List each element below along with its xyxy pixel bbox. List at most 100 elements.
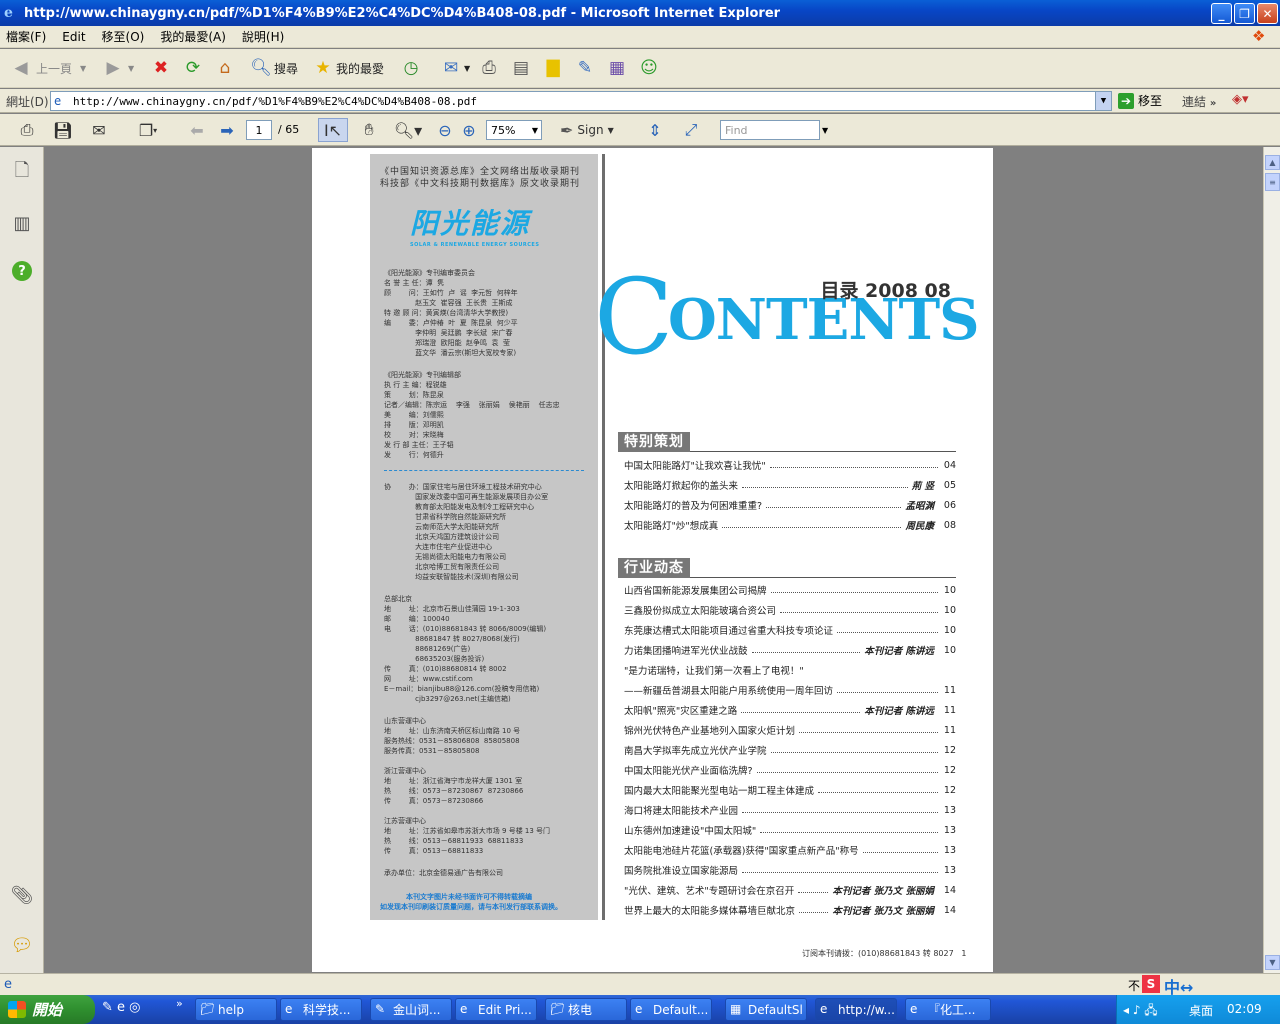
taskbar-item[interactable]: ▦ DefaultSl xyxy=(725,998,807,1021)
vertical-scrollbar[interactable]: ▲ ≡ ▼ xyxy=(1263,147,1280,973)
window-titlebar[interactable]: e http://www.chinaygny.cn/pdf/%D1%F4%B9%… xyxy=(0,0,1280,26)
toc-entry[interactable]: 国务院批准设立国家能源局 13 xyxy=(624,863,956,878)
help-icon[interactable]: ? xyxy=(12,261,32,281)
zoom-select[interactable]: 75% ▼ xyxy=(486,120,542,140)
toc-entry[interactable]: 世界上最大的太阳能多媒体幕墙巨献北京 本刊记者 张乃文 张丽娟 14 xyxy=(624,903,956,918)
sign-button[interactable]: ✒ Sign ▼ xyxy=(560,118,626,142)
start-button[interactable]: 開始 xyxy=(0,995,95,1024)
menu-help[interactable]: 說明(H) xyxy=(242,28,284,45)
toc-entry[interactable]: 中国太阳能光伏产业面临洗牌? 12 xyxy=(624,763,956,778)
clock[interactable]: 02:09 xyxy=(1227,1002,1262,1016)
maximize-button[interactable]: ❐ xyxy=(1234,3,1255,24)
scroll-thumb[interactable]: ≡ xyxy=(1265,173,1280,191)
toc-entry[interactable]: 锦州光伏特色产业基地列入国家火炬计划 11 xyxy=(624,723,956,738)
toc-entry[interactable]: 力诺集团播响进军光伏业战鼓 本刊记者 陈讲远 10 xyxy=(624,643,956,658)
scroll-up-button[interactable]: ▲ xyxy=(1265,155,1280,170)
links-button[interactable]: 連結 » xyxy=(1182,93,1216,110)
attachments-panel-icon[interactable]: ▥ xyxy=(10,211,34,235)
comments-icon[interactable]: 💬︎ xyxy=(10,933,34,957)
pages-panel-icon[interactable]: 🗋 xyxy=(10,160,34,185)
toc-entry[interactable]: 中国太阳能路灯"让我欢喜让我忧" 04 xyxy=(624,458,956,473)
zoom-out-button[interactable]: ⊖ xyxy=(432,118,458,142)
toc-entry[interactable]: 山西省国新能源发展集团公司揭牌 10 xyxy=(624,583,956,598)
select-tool-button[interactable]: I↖ xyxy=(318,118,348,142)
tray-icons[interactable]: ◂ ♪ 🖧︎ xyxy=(1123,1001,1158,1022)
toc-entry[interactable]: 三鑫股份拟成立太阳能玻璃合资公司 10 xyxy=(624,603,956,618)
prev-page-button[interactable]: ⬅ xyxy=(184,118,210,142)
taskbar-item[interactable]: e Edit Pri... xyxy=(455,998,537,1021)
menu-goto[interactable]: 移至(O) xyxy=(102,28,145,45)
minimize-button[interactable]: _ xyxy=(1211,3,1232,24)
address-input[interactable]: e http://www.chinaygny.cn/pdf/%D1%F4%B9%… xyxy=(50,91,1112,111)
mail-button[interactable]: ✉ ▼ xyxy=(438,53,470,83)
messenger-button[interactable]: ☺ xyxy=(636,53,662,83)
fit-width-button[interactable]: ⤢ xyxy=(678,118,704,142)
toc-entry[interactable]: 太阳能路灯掀起你的盖头来 荊 竖 05 xyxy=(624,478,956,493)
go-button[interactable]: ➔ 移至 xyxy=(1118,92,1162,109)
toc-entry[interactable]: "是力诺瑞特，让我们第一次看上了电视！" xyxy=(624,663,956,677)
pdf-print-button[interactable]: ⎙ xyxy=(14,118,40,142)
taskbar-item-label: 『化工... xyxy=(928,1003,976,1017)
hand-tool-button[interactable]: ✋︎ xyxy=(356,118,382,142)
quicklaunch-more-icon[interactable]: » xyxy=(176,997,183,1010)
taskbar-item[interactable]: ✎ 金山词... xyxy=(370,998,452,1021)
taskbar-item[interactable]: e Default... xyxy=(630,998,712,1021)
toc-entry[interactable]: 山东德州加速建设"中国太阳城" 13 xyxy=(624,823,956,838)
pdf-email-button[interactable]: ✉ xyxy=(86,118,112,142)
logo-text: 阳光能源 xyxy=(410,207,531,240)
forward-button[interactable]: ▶ ▼ xyxy=(100,53,134,83)
home-button[interactable]: ⌂ xyxy=(212,53,238,83)
toc-entry[interactable]: 南昌大学拟率先成立光伏产业学院 12 xyxy=(624,743,956,758)
taskbar-item[interactable]: e 『化工... xyxy=(905,998,991,1021)
toc-entry[interactable]: "光伏、建筑、艺术"专题研讨会在京召开 本刊记者 张乃文 张丽娟 14 xyxy=(624,883,956,898)
find-dropdown-icon[interactable]: ▼ xyxy=(822,126,828,135)
search-button[interactable]: 🔍︎ 搜尋 xyxy=(248,53,298,83)
history-button[interactable]: ◷ xyxy=(398,53,424,83)
taskbar-item[interactable]: 📁︎ help xyxy=(195,998,277,1021)
edit-button[interactable]: ▤ xyxy=(508,53,534,83)
favorites-button[interactable]: ★ 我的最愛 xyxy=(310,53,384,83)
notes-button[interactable]: ▇ xyxy=(540,53,566,83)
zoom-in-button[interactable]: ⊕ xyxy=(456,118,482,142)
paperclip-icon[interactable]: 📎︎ xyxy=(10,883,34,907)
pdf-document-area[interactable]: 《中国知识资源总库》全文网络出版收录期刊 科技部《中文科技期刊数据库》原文收录期… xyxy=(45,147,1263,973)
toc-entry[interactable]: 东莞康达槽式太阳能项目通过省重大科技专项论证 10 xyxy=(624,623,956,638)
search-label: 搜尋 xyxy=(274,61,299,76)
page-number-input[interactable]: 1 xyxy=(246,120,272,140)
ime-s-icon[interactable]: S xyxy=(1142,975,1160,993)
taskbar-item[interactable]: e http://w... xyxy=(815,998,897,1021)
pen-button[interactable]: ✎ xyxy=(572,53,598,83)
close-button[interactable]: ✕ xyxy=(1257,3,1278,24)
taskbar-item-label: 金山词... xyxy=(393,1003,441,1017)
print-button[interactable]: ⎙ xyxy=(476,53,502,83)
next-page-button[interactable]: ➡ xyxy=(214,118,240,142)
menu-edit[interactable]: Edit xyxy=(62,30,85,44)
menu-file[interactable]: 檔案(F) xyxy=(6,28,46,45)
taskbar-item[interactable]: e 科学技... xyxy=(280,998,362,1021)
toc-entry[interactable]: 太阳能电池硅片花篮(承载器)获得"国家重点新产品"称号 13 xyxy=(624,843,956,858)
toc-entry[interactable]: 国内最大太阳能聚光型电站一期工程主体建成 12 xyxy=(624,783,956,798)
zoom-tool-button[interactable]: 🔍︎▾ xyxy=(392,118,424,142)
scroll-down-button[interactable]: ▼ xyxy=(1265,955,1280,970)
stop-button[interactable]: ✖ xyxy=(148,53,174,83)
pdf-save-button[interactable]: 💾︎ xyxy=(50,118,76,142)
desktop-label[interactable]: 桌面 xyxy=(1189,1002,1213,1019)
toc-entry[interactable]: 太阳帆"照亮"灾区重建之路 本刊记者 陈讲远 11 xyxy=(624,703,956,718)
logo-subtitle: SOLAR & RENEWABLE ENERGY SOURCES xyxy=(410,242,540,248)
toc-entry[interactable]: 海口将建太阳能技术产业园 13 xyxy=(624,803,956,818)
edit-page-icon: ▤ xyxy=(512,58,530,78)
find-input[interactable]: Find xyxy=(720,120,820,140)
research-button[interactable]: ▦ xyxy=(604,53,630,83)
taskbar-item[interactable]: 📁︎ 核电 xyxy=(545,998,627,1021)
toc-entry[interactable]: ——新疆岳普湖县太阳能户用系统使用一周年回访 11 xyxy=(624,683,956,698)
back-button[interactable]: ◀ 上一頁 ▼ xyxy=(8,53,86,83)
quicklaunch-icons[interactable]: ✎ e ◎ xyxy=(102,1000,141,1015)
refresh-button[interactable]: ⟳ xyxy=(180,53,206,83)
fit-page-button[interactable]: ⇕ xyxy=(642,118,668,142)
toc-entry[interactable]: 太阳能路灯的普及为何困难重重? 孟昭渊 06 xyxy=(624,498,956,513)
toc-entry[interactable]: 太阳能路灯"炒"想成真 周民康 08 xyxy=(624,518,956,533)
address-dropdown-button[interactable]: ▼ xyxy=(1095,92,1111,110)
menu-favorites[interactable]: 我的最愛(A) xyxy=(160,28,226,45)
pdf-pages-button[interactable]: ❐ ▾ xyxy=(130,118,166,142)
addon-icon[interactable]: ◈▾ xyxy=(1232,92,1249,107)
